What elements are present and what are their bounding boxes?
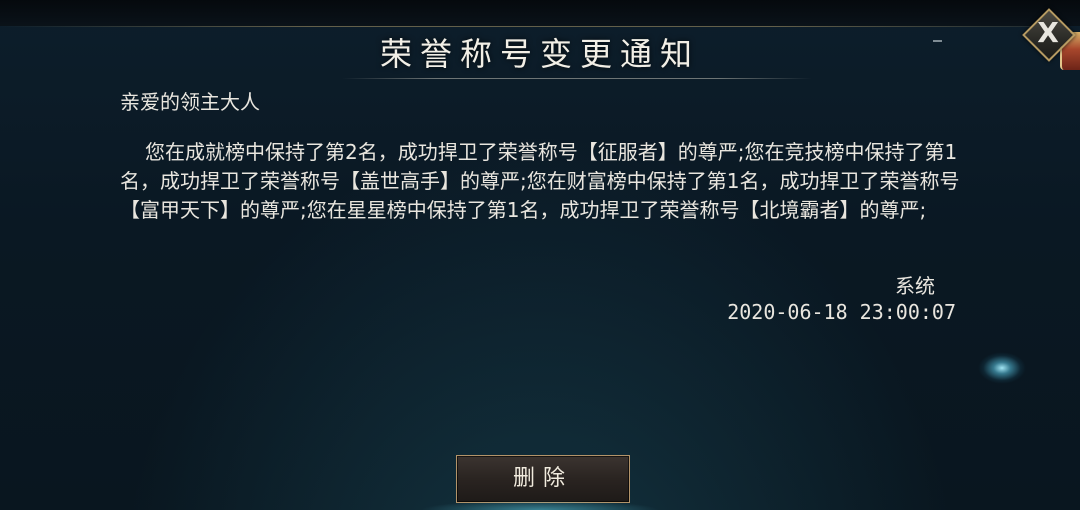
sender-name: 系统 xyxy=(895,274,935,298)
frame-divider xyxy=(0,26,1030,27)
bottom-glow xyxy=(420,500,660,510)
message-body: 您在成就榜中保持了第2名，成功捍卫了荣誉称号【征服者】的尊严;您在竞技榜中保持了… xyxy=(120,140,960,222)
mail-dialog: 荣誉称号变更通知 亲爱的领主大人 您在成就榜中保持了第2名，成功捍卫了荣誉称号【… xyxy=(0,0,1080,510)
title-underline xyxy=(342,78,812,79)
top-frame xyxy=(0,0,1080,26)
close-icon: X xyxy=(1037,16,1059,49)
close-button[interactable]: X xyxy=(1022,8,1076,62)
sparkle-icon xyxy=(978,352,1026,384)
delete-button[interactable]: 删除 xyxy=(456,455,630,503)
message-timestamp: 2020-06-18 23:00:07 xyxy=(727,300,956,324)
greeting-text: 亲爱的领主大人 xyxy=(120,90,260,114)
dash-mark xyxy=(933,40,942,42)
dialog-title: 荣誉称号变更通知 xyxy=(379,35,700,73)
